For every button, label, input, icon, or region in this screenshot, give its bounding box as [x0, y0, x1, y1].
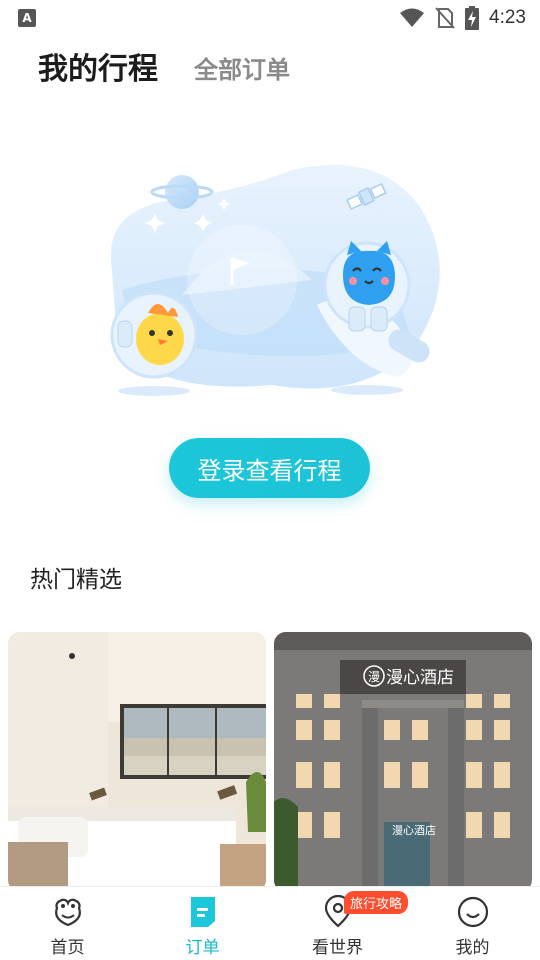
tab-all-orders[interactable]: 全部订单: [194, 50, 290, 88]
hotel-sign-top: 漫心酒店: [386, 668, 454, 688]
smiley-icon: [457, 896, 488, 928]
header-tabs: 我的行程 全部订单: [38, 44, 290, 88]
nav-label-home: 首页: [50, 938, 85, 958]
nav-label-explore: 看世界: [312, 938, 363, 958]
itinerary-page: A 4:23 我的行程 全部订单 登录查看行程 热门精选 漫 漫心酒店 漫心酒店…: [0, 0, 540, 960]
tab-my-itinerary[interactable]: 我的行程: [38, 44, 158, 88]
hot-pick-card-hotel[interactable]: 漫 漫心酒店 漫心酒店: [274, 632, 532, 892]
travel-guide-badge: 旅行攻略: [344, 891, 409, 914]
clock: 4:23: [489, 7, 526, 28]
battery-charging-icon: [465, 6, 480, 30]
login-view-itinerary-button[interactable]: 登录查看行程: [169, 438, 370, 498]
nav-label-mine: 我的: [455, 938, 490, 958]
hotel-sign-door: 漫心酒店: [392, 823, 436, 837]
order-icon: [190, 897, 215, 927]
hotel-building-image: 漫 漫心酒店 漫心酒店: [274, 632, 532, 892]
nav-label-orders: 订单: [185, 938, 220, 958]
hot-picks-title: 热门精选: [30, 567, 122, 593]
home-face-icon: [54, 898, 81, 927]
hot-pick-card-room[interactable]: [8, 632, 266, 892]
nav-item-home[interactable]: 首页: [0, 887, 135, 960]
status-bar: A 4:23: [0, 0, 540, 36]
nav-item-explore[interactable]: 看世界 旅行攻略: [270, 887, 409, 960]
bottom-nav: 首页 订单 看世界 旅行攻略 我的: [0, 886, 540, 960]
hotel-logo-mark: 漫: [368, 670, 380, 684]
wifi-icon: [400, 8, 425, 27]
notification-a-icon: A: [18, 9, 36, 27]
empty-itinerary-illustration: [110, 165, 440, 396]
hotel-room-image: [8, 632, 266, 892]
nav-item-mine[interactable]: 我的: [405, 887, 540, 960]
no-sim-icon: [435, 7, 455, 29]
nav-item-orders[interactable]: 订单: [135, 887, 270, 960]
